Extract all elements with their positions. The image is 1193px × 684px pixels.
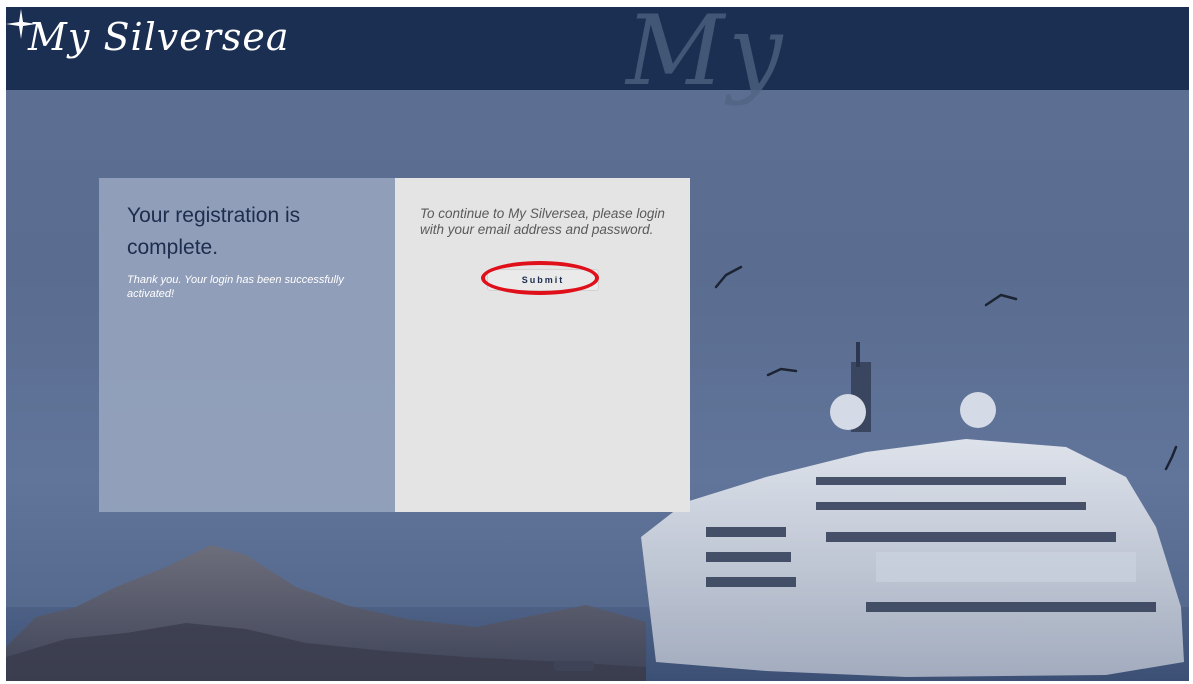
registration-title: Your registration is complete. (127, 204, 301, 259)
submit-button[interactable]: Submit (487, 269, 599, 291)
registration-message: Thank you. Your login has been successfu… (127, 274, 344, 300)
page-frame: My My Silversea Your registration is com… (6, 7, 1189, 681)
registration-panel: Your registration is complete. Thank you… (99, 178, 395, 512)
my-silversea-logo[interactable]: My Silversea (28, 15, 290, 59)
site-header: My My Silversea (6, 7, 1189, 107)
login-instruction: To continue to My Silversea, please logi… (420, 206, 665, 237)
cruise-ship-image (641, 342, 1184, 677)
seagull-icons (714, 265, 1178, 471)
header-watermark: My (626, 7, 787, 107)
login-panel: To continue to My Silversea, please logi… (395, 178, 690, 512)
